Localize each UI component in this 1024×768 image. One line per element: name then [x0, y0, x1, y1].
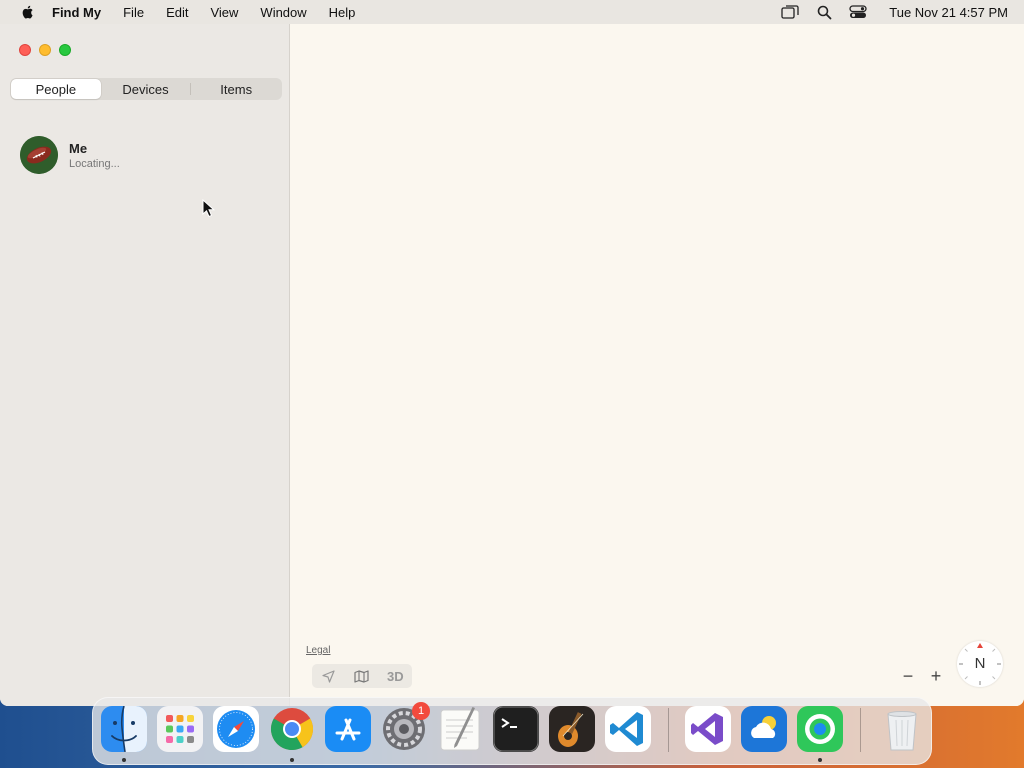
tab-devices[interactable]: Devices — [101, 79, 191, 99]
textedit-icon[interactable] — [437, 706, 483, 752]
launchpad-icon[interactable] — [157, 706, 203, 752]
menu-view[interactable]: View — [210, 5, 238, 20]
avatar — [20, 136, 58, 174]
weather-icon[interactable] — [741, 706, 787, 752]
notification-badge: 1 — [412, 702, 430, 720]
menu-app-name[interactable]: Find My — [52, 5, 101, 20]
menu-help[interactable]: Help — [329, 5, 356, 20]
find-my-icon[interactable] — [797, 706, 843, 752]
dock-separator — [860, 708, 861, 752]
running-indicator — [122, 758, 126, 762]
zoom-controls: − + — [896, 664, 948, 688]
tab-items[interactable]: Items — [191, 79, 281, 99]
zoom-out-button[interactable]: − — [896, 666, 920, 687]
find-my-window: People Devices Items Me Locating... Lega… — [0, 24, 1024, 706]
tab-people[interactable]: People — [11, 79, 101, 99]
person-text: Me Locating... — [69, 141, 120, 170]
window-controls — [19, 44, 71, 56]
screen-mirroring-icon[interactable] — [781, 4, 799, 20]
close-window-button[interactable] — [19, 44, 31, 56]
mouse-pointer-icon — [202, 198, 216, 219]
category-segmented-control: People Devices Items — [10, 78, 282, 100]
person-name: Me — [69, 140, 88, 156]
map-type-icon[interactable] — [349, 664, 375, 688]
compass-button[interactable]: N — [957, 641, 1003, 687]
safari-icon[interactable] — [213, 706, 259, 752]
dock: 1 — [92, 697, 932, 765]
control-center-icon[interactable] — [849, 4, 867, 20]
chrome-icon[interactable] — [269, 706, 315, 752]
spotlight-search-icon[interactable] — [815, 4, 833, 20]
zoom-in-button[interactable]: + — [924, 666, 948, 687]
menu-file[interactable]: File — [123, 5, 144, 20]
football-avatar-icon — [20, 136, 58, 174]
vscode-icon[interactable] — [605, 706, 651, 752]
person-list-item-me[interactable]: Me Locating... — [20, 134, 280, 176]
map-controls: 3D — [312, 664, 412, 688]
trash-icon[interactable] — [879, 706, 925, 752]
person-status: Locating... — [69, 157, 120, 170]
sidebar: People Devices Items Me Locating... — [0, 24, 290, 706]
running-indicator — [818, 758, 822, 762]
zoom-window-button[interactable] — [59, 44, 71, 56]
menu-clock[interactable]: Tue Nov 21 4:57 PM — [889, 5, 1008, 20]
map-view[interactable]: Legal 3D − + N — [291, 24, 1024, 706]
view-3d-button[interactable]: 3D — [382, 664, 408, 688]
menu-bar: Find My File Edit View Window Help Tue N… — [0, 0, 1024, 24]
minimize-window-button[interactable] — [39, 44, 51, 56]
location-arrow-icon[interactable] — [316, 664, 342, 688]
terminal-icon[interactable] — [493, 706, 539, 752]
legal-link[interactable]: Legal — [306, 645, 330, 656]
apple-menu-icon[interactable] — [20, 4, 36, 20]
visual-studio-icon[interactable] — [685, 706, 731, 752]
dock-separator — [668, 708, 669, 752]
garageband-icon[interactable] — [549, 706, 595, 752]
running-indicator — [290, 758, 294, 762]
menu-window[interactable]: Window — [260, 5, 306, 20]
compass-north-label: N — [974, 655, 986, 672]
menu-edit[interactable]: Edit — [166, 5, 188, 20]
app-store-icon[interactable] — [325, 706, 371, 752]
finder-icon[interactable] — [101, 705, 147, 753]
